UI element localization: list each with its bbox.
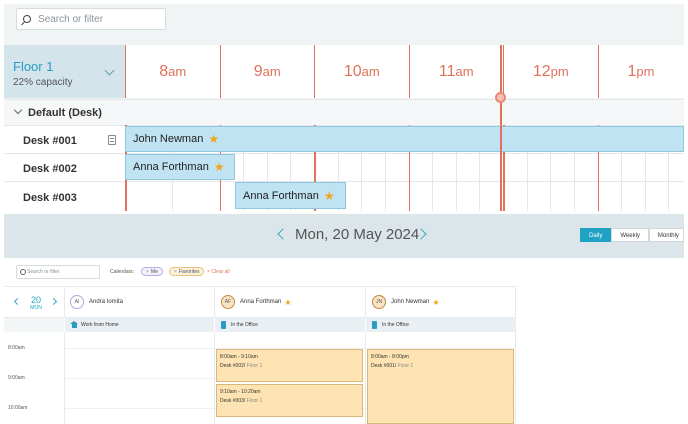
chevron-down-icon	[13, 105, 23, 115]
person-column-header[interactable]: AF Anna Forthman ★	[221, 295, 292, 309]
chevron-left-icon[interactable]	[277, 228, 289, 240]
person-name: Anna Forthman	[240, 299, 282, 305]
calendar-header: Mon, 20 May 2024 Daily Weekly Monthly	[4, 214, 684, 258]
close-icon[interactable]: ×	[174, 269, 177, 275]
empty-area	[516, 286, 684, 424]
calendar-search-input[interactable]: Search or filter	[16, 265, 100, 279]
desk-group-label: Default (Desk)	[28, 107, 102, 119]
timeline-grid[interactable]: John Newman ★ Anna Forthman ★ Anna Forthma…	[125, 125, 684, 211]
booking-bar[interactable]: Anna Forthman ★	[235, 182, 346, 209]
app: Search or filter Floor 1 22% capacity 8a…	[0, 0, 688, 424]
calendar-event[interactable]: 9:10am - 10:20am Desk #003/ Floor 1	[216, 384, 363, 417]
event-floor: Floor 1	[396, 363, 414, 369]
star-icon: ★	[323, 188, 335, 203]
time-label: 10:00am	[8, 405, 28, 411]
person-name: Andra Iomita	[89, 299, 124, 305]
search-placeholder: Search or filter	[38, 13, 104, 25]
desk-timeline-panel: Search or filter Floor 1 22% capacity 8a…	[4, 4, 684, 211]
work-status[interactable]: In the Office	[215, 318, 365, 332]
desk-label: Desk #002	[23, 163, 77, 175]
search-input[interactable]: Search or filter	[16, 8, 166, 30]
star-icon: ★	[284, 297, 292, 307]
event-desk: Desk #003/	[220, 398, 246, 404]
event-floor: Floor 1	[245, 398, 263, 404]
calendar-date: Mon, 20 May 2024	[295, 226, 420, 243]
event-time: 8:00am - 9:10am	[220, 354, 258, 360]
calendar-event[interactable]: 8:00am - 9:10am Desk #002/ Floor 1	[216, 349, 363, 382]
person-column-header[interactable]: JN John Newman ★	[372, 295, 440, 309]
search-icon	[23, 15, 31, 23]
tab-monthly[interactable]: Monthly	[648, 228, 684, 242]
booking-name: John Newman	[133, 133, 204, 145]
floor-selector[interactable]: Floor 1 22% capacity	[4, 45, 125, 98]
star-icon: ★	[208, 132, 220, 146]
current-time-handle[interactable]	[495, 92, 506, 103]
filter-chip-favorites[interactable]: × Favorites	[169, 267, 205, 276]
event-floor: Floor 1	[245, 363, 263, 369]
tab-daily[interactable]: Daily	[580, 228, 612, 242]
clear-all-link[interactable]: × Clear all	[207, 269, 230, 275]
view-switcher: Daily Weekly Monthly	[580, 228, 684, 242]
desk-label: Desk #003	[23, 192, 77, 204]
person-name: John Newman	[391, 299, 430, 305]
work-status[interactable]: Work from Home	[65, 318, 214, 332]
booking-name: Anna Forthman	[133, 161, 209, 173]
calendars-label: Calendars:	[110, 269, 135, 275]
desk-group-row[interactable]: Default (Desk)	[4, 99, 684, 125]
floor-capacity: 22% capacity	[13, 77, 73, 88]
booking-bar[interactable]: Anna Forthman ★	[125, 154, 235, 180]
time-label: 9:00am	[8, 375, 25, 381]
hour-label: 9am	[219, 45, 315, 98]
chevron-left-icon[interactable]	[13, 297, 22, 306]
star-icon: ★	[213, 160, 225, 174]
chevron-right-icon[interactable]	[49, 297, 58, 306]
hour-label: 10am	[314, 45, 409, 98]
booking-bar[interactable]: John Newman ★	[125, 126, 684, 152]
note-icon[interactable]	[108, 135, 116, 145]
hour-label: 1pm	[597, 45, 684, 98]
booking-name: Anna Forthman	[243, 189, 319, 202]
hour-label: 8am	[125, 45, 220, 98]
star-icon: ★	[432, 297, 440, 307]
avatar: AF	[221, 295, 235, 309]
time-axis: 8:00am 9:00am 10:00am	[4, 332, 64, 424]
close-icon[interactable]: ×	[146, 269, 149, 275]
event-time: 9:10am - 10:20am	[220, 389, 261, 395]
tab-weekly[interactable]: Weekly	[611, 228, 649, 242]
hour-label: 11am	[408, 45, 504, 98]
calendar-event[interactable]: 8:00am - 8:00pm Desk #001/ Floor 1	[367, 349, 514, 424]
avatar: AI	[70, 295, 84, 309]
day-number: 20	[30, 295, 41, 305]
hour-header: 8am 9am 10am 11am 12pm 1pm	[125, 45, 684, 98]
filter-chip-me[interactable]: × Me	[141, 267, 163, 276]
work-status[interactable]: In the Office	[366, 318, 516, 332]
current-time-line	[500, 45, 502, 211]
avatar: JN	[372, 295, 386, 309]
event-desk: Desk #002/	[220, 363, 246, 369]
office-icon	[372, 321, 377, 329]
event-time: 8:00am - 8:00pm	[371, 354, 409, 360]
hour-label: 12pm	[503, 45, 598, 98]
day-name: MON	[30, 305, 42, 311]
time-label: 8:00am	[8, 345, 25, 351]
desk-label: Desk #001	[23, 135, 77, 147]
calendar-filter-bar: Search or filter Calendars: × Me × Favorit…	[4, 258, 684, 286]
person-column-header[interactable]: AI Andra Iomita	[70, 295, 123, 309]
home-icon	[70, 321, 78, 328]
event-desk: Desk #001/	[371, 363, 397, 369]
calendar-grid[interactable]: 8:00am - 9:10am Desk #002/ Floor 1 9:10a…	[64, 332, 516, 424]
office-icon	[221, 321, 226, 329]
